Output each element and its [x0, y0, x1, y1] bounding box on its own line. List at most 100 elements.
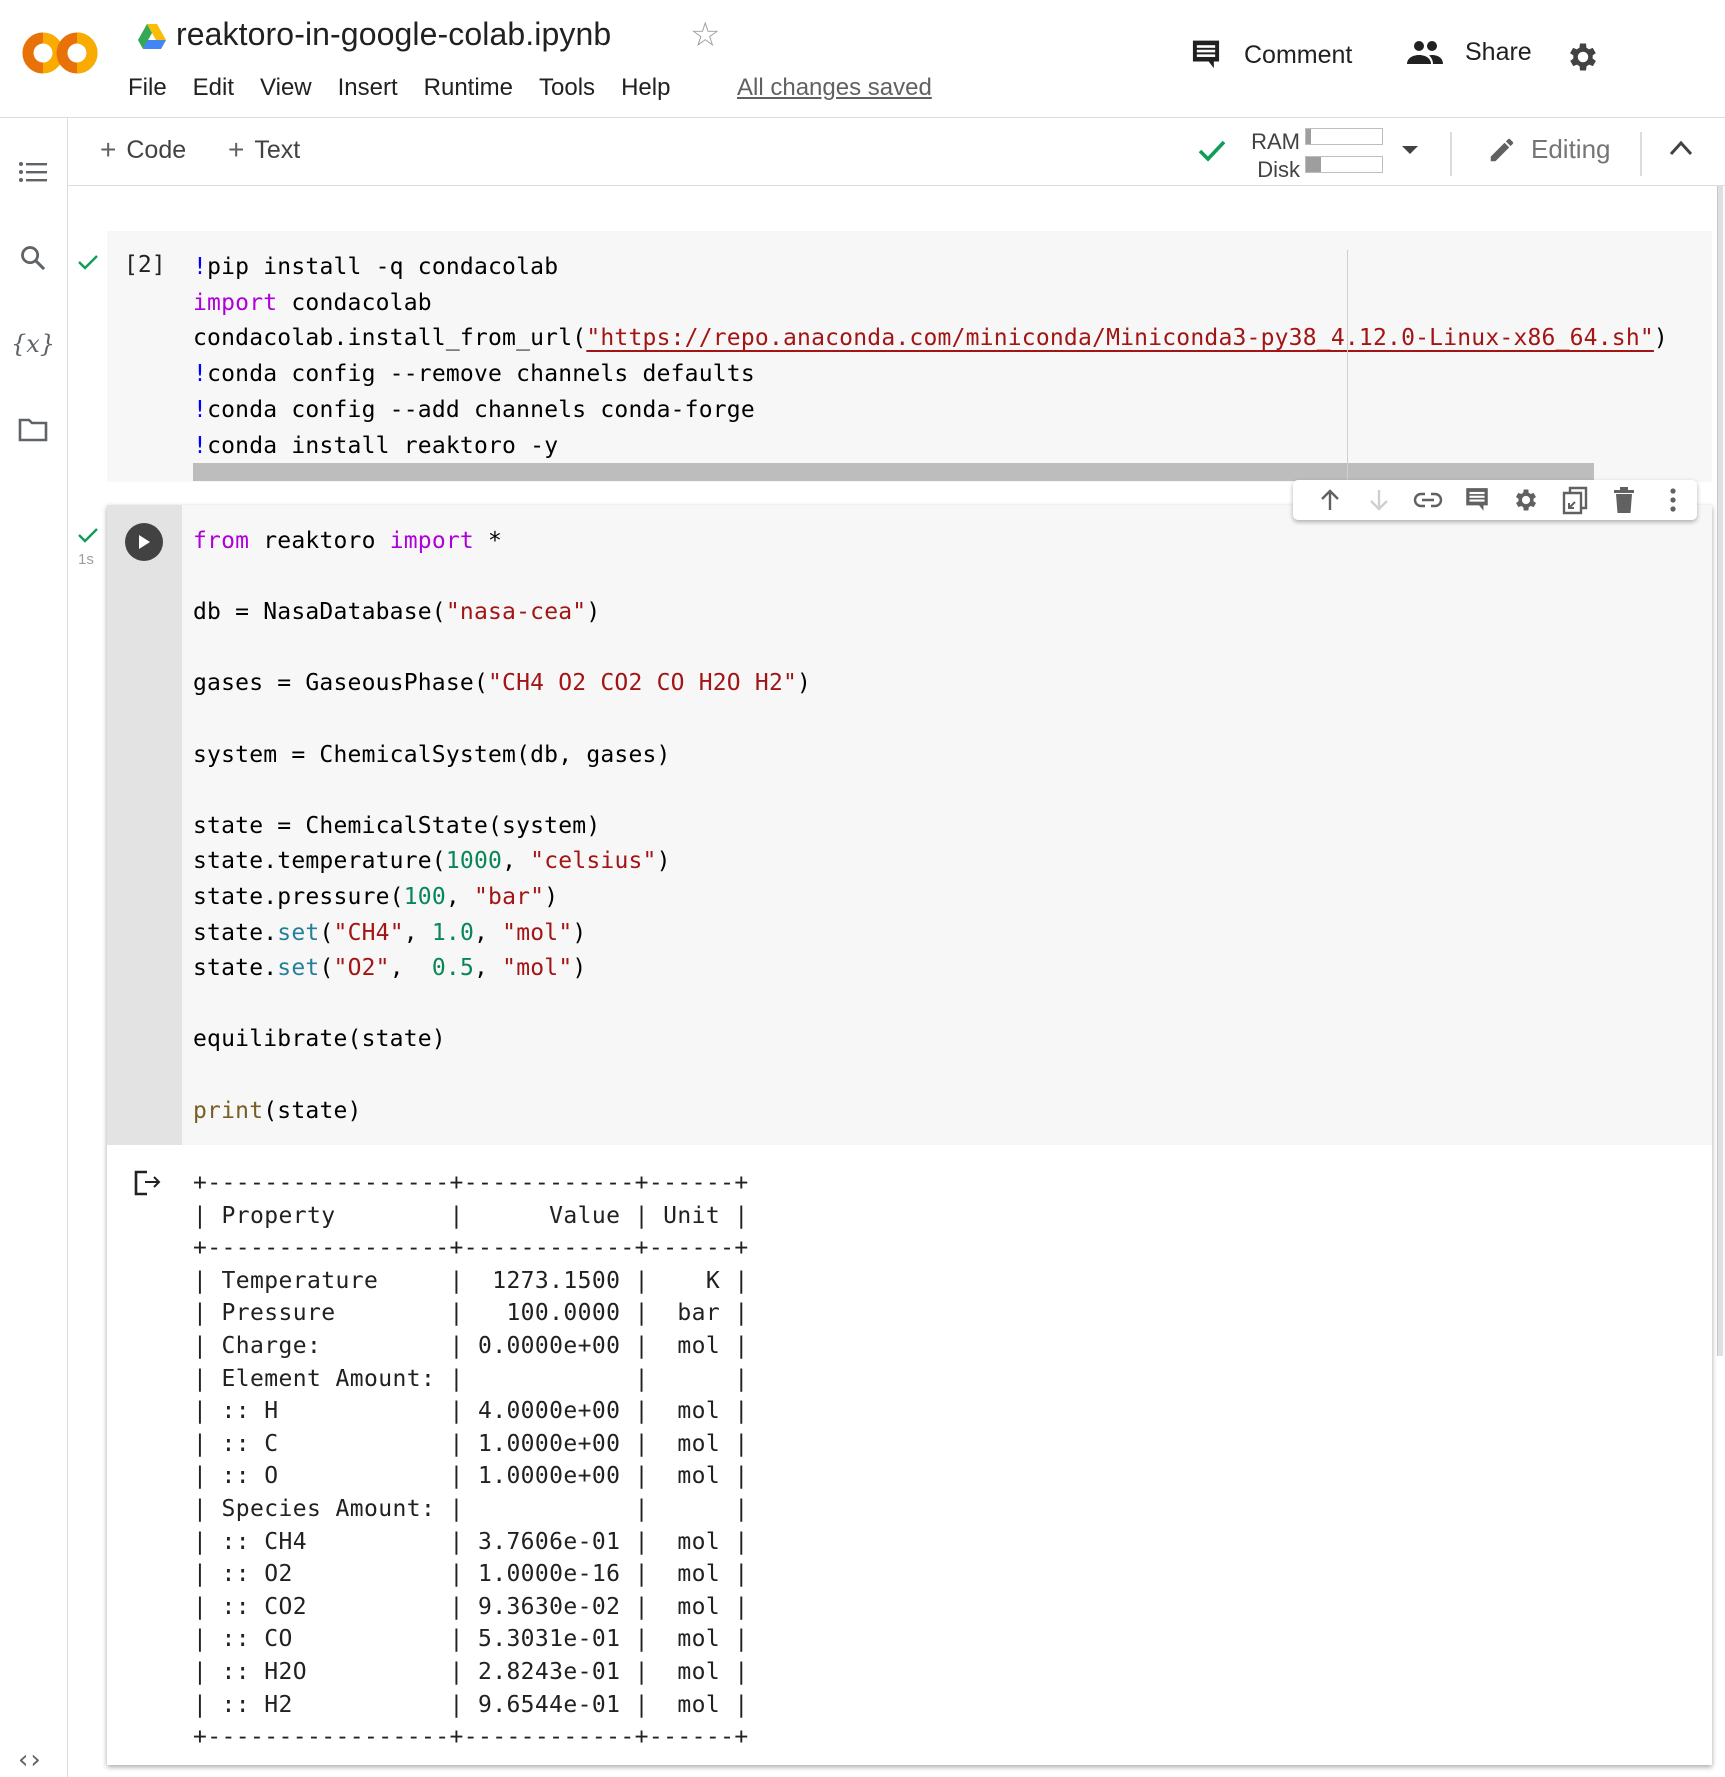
code-token: "https://repo.anaconda.com/miniconda/Min… — [586, 325, 1654, 352]
add-text-label: Text — [254, 135, 301, 164]
more-actions-button[interactable] — [1648, 483, 1697, 517]
delete-cell-button[interactable] — [1599, 483, 1648, 517]
star-icon[interactable]: ☆ — [690, 16, 720, 54]
arrow-up-icon — [1320, 489, 1339, 510]
code-token: ! — [193, 361, 208, 388]
save-status-link[interactable]: All changes saved — [737, 72, 932, 104]
add-comment-button[interactable] — [1452, 483, 1501, 517]
code-token: ! — [193, 432, 208, 459]
table-row: | Charge: | 0.0000e+00 | mol | — [193, 1333, 749, 1359]
menu-file[interactable]: File — [128, 72, 167, 104]
disk-usage-bar[interactable] — [1305, 156, 1383, 173]
code-token: "O2" — [333, 955, 390, 982]
code-line[interactable]: state.temperature(1000, "celsius") — [193, 846, 671, 876]
code-token: condacolab — [277, 289, 432, 316]
chevron-up-icon[interactable] — [1668, 138, 1694, 158]
code-line[interactable]: condacolab.install_from_url("https://rep… — [193, 323, 1668, 353]
move-cell-up-button[interactable] — [1305, 483, 1354, 517]
menu-edit[interactable]: Edit — [193, 72, 234, 104]
sidebar-item-find[interactable] — [17, 242, 49, 274]
cell1-line-ruler — [1347, 250, 1348, 482]
table-header-row: | Property | Value | Unit | — [193, 1202, 749, 1229]
cell1-execution-count: [2] — [124, 252, 166, 278]
code-line[interactable]: !conda config --remove channels defaults — [193, 359, 755, 389]
table-row: | Pressure | 100.0000 | bar | — [193, 1300, 749, 1327]
code-line[interactable]: state.set("O2", 0.5, "mol") — [193, 953, 586, 983]
comment-icon — [1192, 40, 1220, 69]
sidebar-item-table-of-contents[interactable] — [17, 156, 49, 188]
code-token: 1.0 — [431, 919, 475, 946]
menu-insert[interactable]: Insert — [338, 72, 398, 104]
editing-mode-button[interactable]: Editing — [1487, 134, 1611, 165]
menu-tools[interactable]: Tools — [539, 72, 595, 104]
code-line[interactable]: system = ChemicalSystem(db, gases) — [193, 740, 671, 770]
cell2-execution-time: 1s — [78, 551, 94, 568]
table-row: | Element Amount: | | | — [193, 1365, 749, 1392]
code-token: system = ChemicalSystem(db, gases) — [193, 741, 671, 768]
code-line[interactable]: !pip install -q condacolab — [193, 252, 558, 282]
add-code-cell-button[interactable]: + Code — [100, 134, 186, 166]
mirror-cell-icon — [1562, 486, 1587, 515]
code-token: db = NasaDatabase( — [193, 599, 446, 626]
menu-view[interactable]: View — [260, 72, 312, 104]
table-row: | :: CO2 | 9.3630e-02 | mol | — [193, 1593, 749, 1620]
code-line[interactable]: from reaktoro import * — [193, 526, 502, 556]
code-token: print — [193, 1097, 264, 1124]
code-token: set — [277, 919, 320, 946]
code-line[interactable]: !conda install reaktoro -y — [193, 431, 558, 461]
code-snippets-icon[interactable]: ‹› — [18, 1745, 43, 1775]
move-cell-down-button[interactable] — [1354, 483, 1403, 517]
variables-icon: {x} — [10, 330, 56, 358]
code-line[interactable]: import condacolab — [193, 288, 432, 318]
colab-logo[interactable] — [22, 28, 100, 78]
cell-settings-button[interactable] — [1501, 483, 1550, 517]
code-token: "celsius" — [530, 848, 657, 875]
output-actions-icon[interactable] — [133, 1169, 163, 1197]
code-token: gases = GaseousPhase( — [193, 670, 488, 697]
add-text-cell-button[interactable]: + Text — [228, 134, 300, 166]
link-to-cell-button[interactable] — [1403, 483, 1452, 517]
code-token: , — [502, 848, 531, 875]
code-line[interactable]: gases = GaseousPhase("CH4 O2 CO2 CO H2O … — [193, 668, 811, 698]
code-line[interactable]: print(state) — [193, 1096, 362, 1126]
table-border: +-----------------+------------+------+ — [193, 1235, 749, 1262]
settings-gear-icon[interactable] — [1565, 39, 1601, 75]
toolbar-divider — [1640, 132, 1642, 176]
menu-bar: File Edit View Insert Runtime Tools Help — [128, 72, 696, 104]
runtime-dropdown-icon[interactable] — [1402, 146, 1418, 154]
code-token: condacolab.install_from_url( — [193, 325, 587, 352]
sidebar-item-files[interactable] — [17, 414, 49, 446]
code-line[interactable]: state.pressure(100, "bar") — [193, 882, 558, 912]
ram-usage-fill — [1306, 129, 1311, 144]
code-line[interactable]: equilibrate(state) — [193, 1024, 446, 1054]
share-button[interactable]: Share — [1407, 38, 1532, 67]
code-token: ( — [319, 919, 334, 946]
plus-icon: + — [100, 134, 117, 165]
mirror-cell-button[interactable] — [1550, 483, 1599, 517]
share-label: Share — [1465, 38, 1532, 66]
notebook-title[interactable]: reaktoro-in-google-colab.ipynb — [176, 16, 611, 53]
ram-usage-bar[interactable] — [1305, 128, 1383, 145]
cell2-success-check-icon — [78, 528, 98, 543]
cell1-horizontal-scrollbar[interactable] — [193, 463, 1594, 481]
code-token: , — [474, 919, 503, 946]
sidebar-item-variables[interactable]: {x} — [11, 328, 55, 360]
code-line[interactable]: state = ChemicalState(system) — [193, 811, 600, 841]
code-token: set — [277, 955, 320, 982]
code-token: ! — [193, 396, 208, 423]
notebook-scrollbar[interactable] — [1717, 186, 1723, 1356]
google-drive-icon[interactable] — [138, 24, 166, 49]
table-row: | :: O | 1.0000e+00 | mol | — [193, 1463, 749, 1490]
comment-button[interactable]: Comment — [1190, 38, 1352, 72]
menu-runtime[interactable]: Runtime — [424, 72, 513, 104]
run-cell-button[interactable] — [125, 523, 163, 561]
code-line[interactable]: state.set("CH4", 1.0, "mol") — [193, 918, 586, 948]
code-line[interactable]: db = NasaDatabase("nasa-cea") — [193, 597, 600, 627]
search-icon — [21, 246, 46, 271]
resource-labels[interactable]: RAM Disk — [1240, 128, 1300, 184]
plus-icon: + — [228, 134, 245, 165]
table-row: | Species Amount: | | | — [193, 1496, 749, 1522]
menu-help[interactable]: Help — [621, 72, 670, 104]
code-token: ) — [572, 919, 587, 946]
code-line[interactable]: !conda config --add channels conda-forge — [193, 395, 755, 425]
